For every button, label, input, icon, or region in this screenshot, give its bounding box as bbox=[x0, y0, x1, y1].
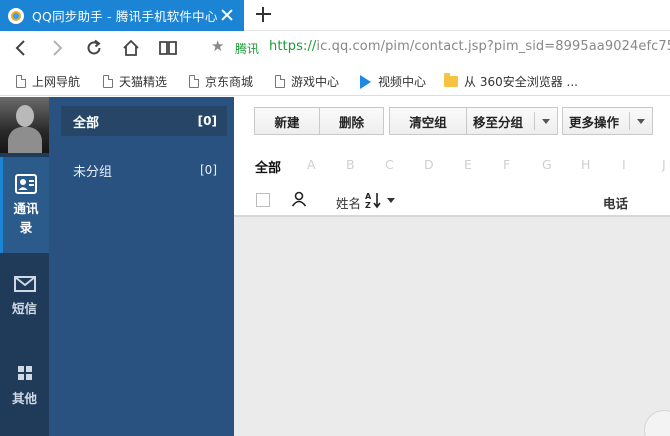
contact-groups-panel: 全部 [0] 未分组 [0] bbox=[49, 97, 234, 436]
mail-icon bbox=[13, 276, 36, 292]
svg-text:Z: Z bbox=[365, 201, 371, 209]
svg-text:A: A bbox=[365, 192, 372, 201]
bookmark-item[interactable]: 京东商城 bbox=[189, 73, 253, 90]
tab-strip: QQ同步助手 - 腾讯手机软件中心 bbox=[0, 0, 670, 31]
rail-label: 短信 bbox=[11, 301, 37, 316]
floating-circle-widget[interactable] bbox=[644, 410, 670, 436]
close-icon[interactable] bbox=[220, 8, 234, 22]
rail-label-line1: 通讯 bbox=[13, 201, 39, 216]
video-icon bbox=[360, 74, 372, 89]
person-icon bbox=[291, 191, 307, 207]
rail-item-contacts[interactable]: 通讯 录 bbox=[0, 157, 49, 253]
app-nav-rail: 通讯 录 短信 其他 bbox=[0, 97, 49, 436]
letter-filter-bar: 全部 A B C D E F G H I J bbox=[234, 145, 670, 183]
letter-filter-d[interactable]: D bbox=[424, 157, 434, 172]
group-name: 未分组 bbox=[73, 164, 113, 180]
rail-label: 其他 bbox=[11, 391, 37, 406]
bookmark-item[interactable]: 视频中心 bbox=[360, 73, 426, 90]
bookmark-item[interactable]: 游戏中心 bbox=[275, 73, 339, 90]
bookmark-label: 游戏中心 bbox=[291, 75, 340, 89]
grid-icon bbox=[17, 366, 32, 380]
more-actions-dropdown[interactable]: 更多操作 bbox=[562, 107, 653, 135]
rail-item-sms[interactable]: 短信 bbox=[0, 275, 49, 323]
chevron-down-icon bbox=[637, 119, 645, 124]
bookmark-folder[interactable]: 从 360安全浏览器 ... bbox=[444, 73, 578, 90]
tab-title: QQ同步助手 - 腾讯手机软件中心 bbox=[32, 9, 218, 24]
select-all-checkbox[interactable] bbox=[256, 193, 270, 207]
contacts-toolbar: 新建 删除 清空组 移至分组 更多操作 bbox=[234, 97, 670, 145]
star-favorite-icon[interactable]: ★ bbox=[211, 39, 224, 54]
clear-group-button[interactable]: 清空组 bbox=[389, 107, 467, 135]
letter-filter-f[interactable]: F bbox=[503, 157, 510, 172]
url-scheme: https:// bbox=[269, 39, 317, 54]
letter-filter-h[interactable]: H bbox=[581, 157, 590, 172]
letter-filter-j[interactable]: J bbox=[662, 157, 666, 172]
qq-sync-favicon-icon bbox=[8, 7, 24, 24]
browser-tab-active[interactable]: QQ同步助手 - 腾讯手机软件中心 bbox=[0, 0, 244, 31]
bookmark-label: 视频中心 bbox=[378, 75, 427, 89]
delete-button[interactable]: 删除 bbox=[319, 107, 384, 135]
bookmark-item[interactable]: 天猫精选 bbox=[103, 73, 167, 90]
letter-filter-e[interactable]: E bbox=[464, 157, 472, 172]
new-tab-plus-icon[interactable] bbox=[256, 7, 271, 22]
dropdown-divider bbox=[534, 112, 535, 130]
bookmark-item[interactable]: 上网导航 bbox=[16, 73, 80, 90]
more-actions-label: 更多操作 bbox=[569, 114, 620, 130]
refresh-icon[interactable] bbox=[83, 37, 105, 59]
folder-icon bbox=[444, 73, 458, 87]
group-count: [0] bbox=[200, 163, 217, 177]
avatar[interactable] bbox=[0, 97, 49, 153]
chevron-down-icon[interactable] bbox=[387, 198, 395, 203]
letter-filter-all[interactable]: 全部 bbox=[255, 157, 281, 176]
address-url-field[interactable]: https://ic.qq.com/pim/contact.jsp?pim_si… bbox=[269, 39, 670, 54]
move-to-group-label: 移至分组 bbox=[473, 114, 524, 130]
bookmark-label: 从 360安全浏览器 ... bbox=[464, 75, 578, 89]
letter-filter-i[interactable]: I bbox=[622, 157, 626, 172]
page-icon bbox=[189, 75, 199, 88]
dropdown-divider bbox=[629, 112, 630, 130]
address-bar-row: ★ 腾讯 https://ic.qq.com/pim/contact.jsp?p… bbox=[0, 31, 670, 66]
letter-filter-g[interactable]: G bbox=[542, 157, 552, 172]
column-header-name[interactable]: 姓名 bbox=[336, 193, 361, 212]
home-icon[interactable] bbox=[120, 37, 142, 59]
page-icon bbox=[275, 75, 285, 88]
page-icon bbox=[103, 75, 113, 88]
group-name: 全部 bbox=[73, 115, 100, 131]
group-item-ungrouped[interactable]: 未分组 [0] bbox=[61, 155, 227, 185]
letter-filter-a[interactable]: A bbox=[307, 157, 316, 172]
page-icon bbox=[16, 75, 26, 88]
bookmarks-bar: 上网导航 天猫精选 京东商城 游戏中心 视频中心 从 360安全浏览器 ... bbox=[0, 66, 670, 96]
forward-arrow-icon[interactable] bbox=[46, 37, 68, 59]
move-to-group-dropdown[interactable]: 移至分组 bbox=[466, 107, 558, 135]
contacts-icon bbox=[15, 174, 37, 194]
group-count: [0] bbox=[197, 114, 217, 128]
new-contact-button[interactable]: 新建 bbox=[254, 107, 320, 135]
contacts-main: 新建 删除 清空组 移至分组 更多操作 全部 A B C D E F G H I… bbox=[234, 97, 670, 436]
url-path: ic.qq.com/pim/contact.jsp?pim_sid=8995aa… bbox=[316, 39, 670, 54]
rail-label-line2: 录 bbox=[19, 220, 33, 235]
reader-book-icon[interactable] bbox=[157, 37, 179, 59]
sort-az-icon[interactable]: A Z bbox=[364, 191, 382, 209]
letter-filter-c[interactable]: C bbox=[385, 157, 394, 172]
back-arrow-icon[interactable] bbox=[10, 37, 32, 59]
column-header-phone: 电话 bbox=[603, 196, 629, 211]
bookmark-label: 上网导航 bbox=[32, 75, 81, 89]
group-item-all[interactable]: 全部 [0] bbox=[61, 106, 227, 136]
bookmark-label: 天猫精选 bbox=[119, 75, 168, 89]
contacts-table-header: 姓名 A Z 电话 bbox=[234, 183, 670, 217]
rail-item-other[interactable]: 其他 bbox=[0, 365, 49, 413]
letter-filter-b[interactable]: B bbox=[346, 157, 355, 172]
bookmark-label: 京东商城 bbox=[205, 75, 254, 89]
chevron-down-icon bbox=[542, 119, 550, 124]
address-site-label: 腾讯 bbox=[235, 42, 260, 56]
